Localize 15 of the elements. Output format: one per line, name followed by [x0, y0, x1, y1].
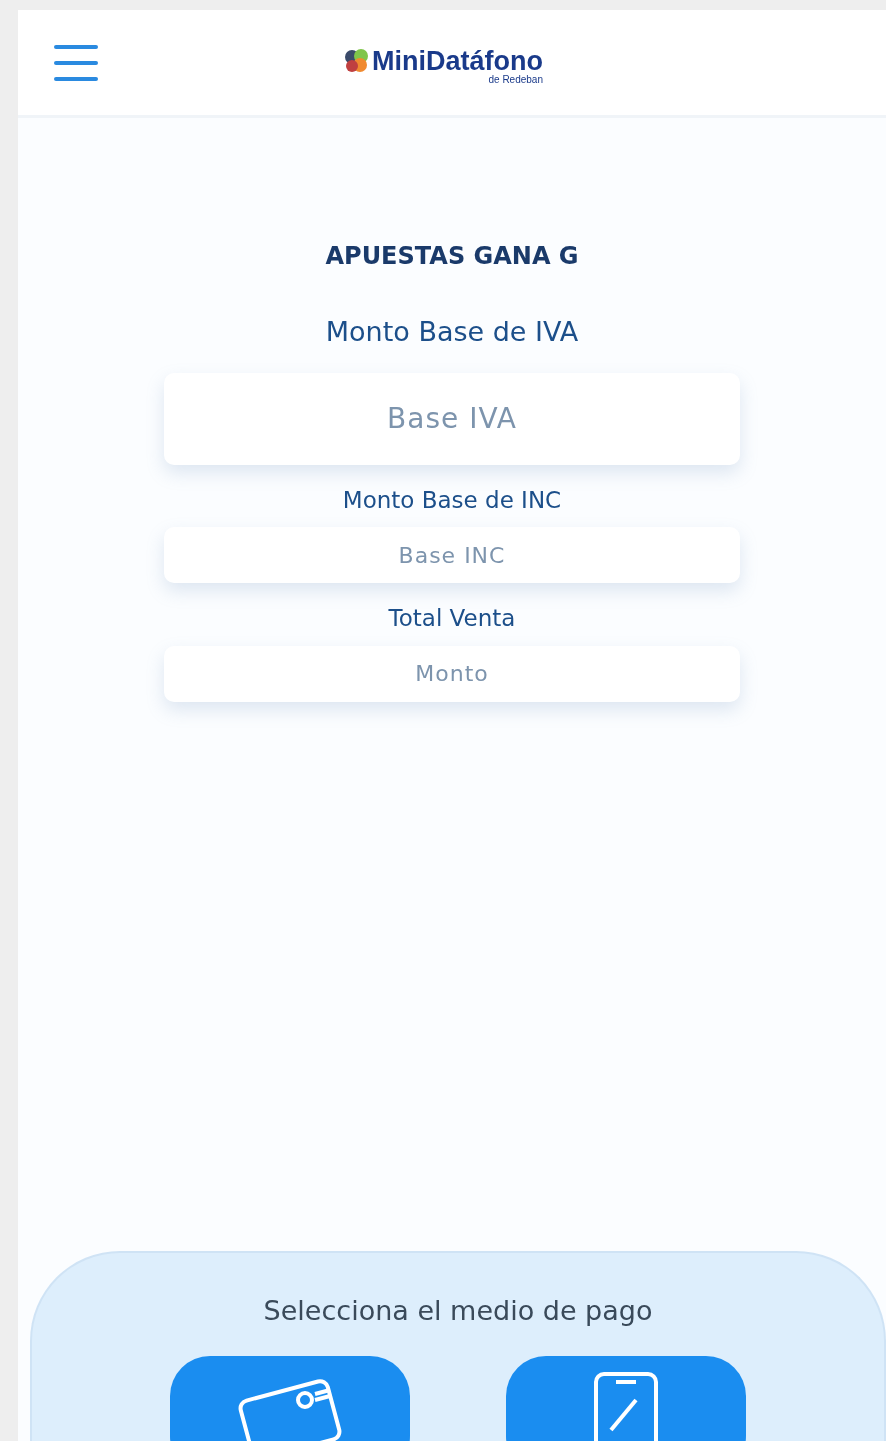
amount-field[interactable]: Base IVA [164, 372, 740, 465]
phone-payment-button[interactable] [506, 1355, 746, 1441]
logo-icon [344, 48, 370, 74]
field-label: Monto Base de INC [341, 485, 563, 515]
amount-field[interactable]: Monto [164, 645, 740, 702]
logo-title: MiniDatáfono [372, 48, 543, 75]
logo-subtitle: de Redeban [487, 75, 543, 85]
payment-title: Selecciona el medio de pago [262, 1294, 654, 1328]
field-label: Monto Base de IVA [324, 315, 580, 349]
amount-field[interactable]: Base INC [164, 527, 740, 583]
merchant-name: APUESTAS GANA G [324, 241, 580, 272]
card-payment-button[interactable] [170, 1355, 410, 1441]
field-label: Total Venta [387, 604, 517, 633]
menu-button[interactable] [54, 44, 98, 81]
phone-icon [591, 1369, 661, 1441]
